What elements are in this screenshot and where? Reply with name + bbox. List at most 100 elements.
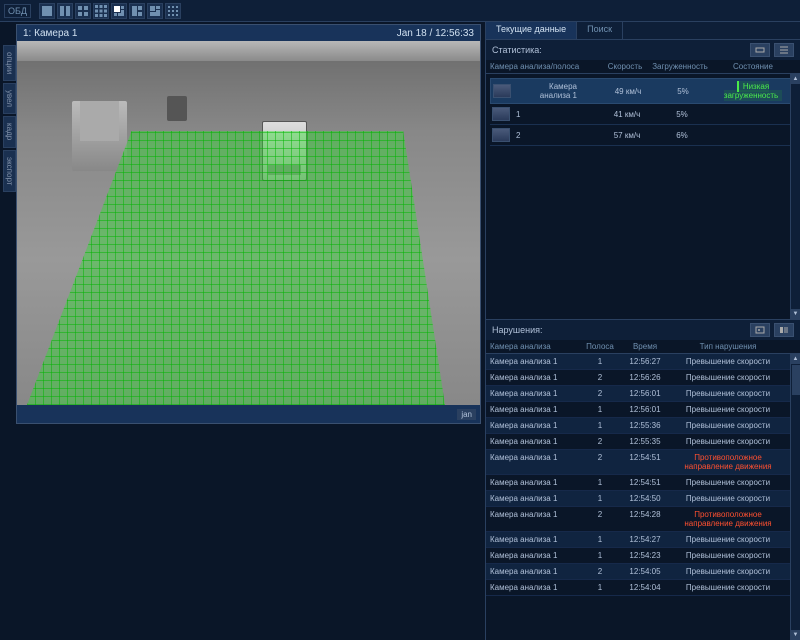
layout-1-icon[interactable] (39, 3, 55, 19)
viol-time: 12:54:05 (620, 567, 670, 576)
violations-scrollbar[interactable]: ▲ ▼ (790, 354, 800, 640)
viol-lane: 1 (580, 551, 620, 560)
scroll-up-icon[interactable]: ▲ (791, 74, 800, 84)
viol-time: 12:54:23 (620, 551, 670, 560)
scroll-thumb[interactable] (792, 365, 800, 395)
viol-lane: 1 (580, 357, 620, 366)
stats-view-list-icon[interactable] (774, 43, 794, 57)
violation-row[interactable]: Камера анализа 1212:54:05Превышение скор… (486, 564, 800, 580)
viol-col-lane: Полоса (580, 342, 620, 351)
layout-2-icon[interactable] (57, 3, 73, 19)
viol-lane: 2 (580, 567, 620, 576)
violation-row[interactable]: Камера анализа 1112:54:23Превышение скор… (486, 548, 800, 564)
viol-type: Превышение скорости (670, 437, 786, 446)
viol-camera: Камера анализа 1 (490, 567, 580, 576)
layout-6-icon[interactable] (129, 3, 145, 19)
viol-lane: 1 (580, 405, 620, 414)
viol-type: Превышение скорости (670, 494, 786, 503)
violation-row[interactable]: Камера анализа 1112:56:01Превышение скор… (486, 402, 800, 418)
statistics-heading: Статистика: (492, 45, 542, 55)
video-panel: опции увел кадр экспорт 1: Камера 1 Jan … (0, 22, 485, 640)
viol-camera: Камера анализа 1 (490, 535, 580, 544)
violation-row[interactable]: Камера анализа 1212:56:01Превышение скор… (486, 386, 800, 402)
layout-5-icon[interactable] (111, 3, 127, 19)
layout-3-icon[interactable] (75, 3, 91, 19)
stats-scrollbar[interactable]: ▲ ▼ (790, 74, 800, 319)
viol-col-camera: Камера анализа (490, 342, 580, 351)
violation-row[interactable]: Камера анализа 1112:54:50Превышение скор… (486, 491, 800, 507)
viol-camera: Камера анализа 1 (490, 405, 580, 414)
scroll-down-icon[interactable]: ▼ (791, 630, 800, 640)
viol-lane: 2 (580, 453, 620, 471)
camera-name: 1: Камера 1 (23, 28, 77, 39)
side-tab-zoom[interactable]: увел (3, 83, 16, 114)
violations-view-card-icon[interactable] (750, 323, 770, 337)
stats-row-load: 6% (652, 131, 712, 140)
layout-8-icon[interactable] (165, 3, 181, 19)
video-title-bar: 1: Камера 1 Jan 18 / 12:56:33 (17, 25, 480, 41)
viol-lane: 1 (580, 421, 620, 430)
scroll-down-icon[interactable]: ▼ (791, 309, 800, 319)
viol-time: 12:56:01 (620, 389, 670, 398)
violations-view-list-icon[interactable] (774, 323, 794, 337)
viol-type: Превышение скорости (670, 421, 786, 430)
statistics-panel: Статистика: Камера анализа/полоса Скорос… (486, 40, 800, 320)
viol-lane: 1 (580, 478, 620, 487)
violation-row[interactable]: Камера анализа 1212:54:28Противоположное… (486, 507, 800, 532)
viol-lane: 2 (580, 373, 620, 382)
viol-lane: 2 (580, 437, 620, 446)
footer-jan-button[interactable]: jan (457, 409, 476, 420)
stats-col-load: Загруженность (650, 62, 710, 71)
side-tab-export[interactable]: экспорт (3, 150, 16, 192)
stats-row-speed: 57 км/ч (602, 131, 652, 140)
viol-type: Превышение скорости (670, 551, 786, 560)
stats-columns-header: Камера анализа/полоса Скорость Загруженн… (486, 60, 800, 74)
side-tab-frame[interactable]: кадр (3, 116, 16, 147)
layout-4-icon[interactable] (93, 3, 109, 19)
viol-lane: 2 (580, 510, 620, 528)
main-toolbar: ОБД (0, 0, 800, 22)
stats-row[interactable]: Камера анализа 149 км/ч5%Низкая загружен… (490, 78, 796, 104)
stats-view-card-icon[interactable] (750, 43, 770, 57)
layout-7-icon[interactable] (147, 3, 163, 19)
stats-row-speed: 41 км/ч (602, 110, 652, 119)
violation-row[interactable]: Камера анализа 1112:54:04Превышение скор… (486, 580, 800, 596)
stats-row-load: 5% (652, 110, 712, 119)
viol-camera: Камера анализа 1 (490, 357, 580, 366)
violation-row[interactable]: Камера анализа 1212:54:51Противоположное… (486, 450, 800, 475)
violation-row[interactable]: Камера анализа 1112:56:27Превышение скор… (486, 354, 800, 370)
stats-col-camera: Камера анализа/полоса (490, 62, 600, 71)
stats-row[interactable]: 1 41 км/ч5% (490, 104, 796, 125)
viol-time: 12:54:51 (620, 478, 670, 487)
viol-type: Противоположное направление движения (670, 453, 786, 471)
violation-row[interactable]: Камера анализа 1212:55:35Превышение скор… (486, 434, 800, 450)
toolbar-label: ОБД (4, 4, 31, 18)
stats-row-name: 1 (516, 110, 520, 119)
stats-row-status: Низкая загруженность (713, 82, 793, 100)
viol-type: Превышение скорости (670, 478, 786, 487)
violation-row[interactable]: Камера анализа 1112:55:36Превышение скор… (486, 418, 800, 434)
stats-row-load: 5% (653, 87, 713, 96)
violation-row[interactable]: Камера анализа 1212:56:26Превышение скор… (486, 370, 800, 386)
tab-current-data[interactable]: Текущие данные (486, 22, 577, 39)
viol-time: 12:56:27 (620, 357, 670, 366)
viol-camera: Камера анализа 1 (490, 373, 580, 382)
violations-heading: Нарушения: (492, 325, 543, 335)
viol-type: Противоположное направление движения (670, 510, 786, 528)
violation-row[interactable]: Камера анализа 1112:54:27Превышение скор… (486, 532, 800, 548)
video-feed[interactable] (17, 41, 480, 405)
stats-col-speed: Скорость (600, 62, 650, 71)
camera-thumbnail-icon (493, 84, 511, 98)
scroll-up-icon[interactable]: ▲ (791, 354, 800, 364)
viol-type: Превышение скорости (670, 357, 786, 366)
side-tab-options[interactable]: опции (3, 45, 16, 81)
stats-row[interactable]: 257 км/ч6% (490, 125, 796, 146)
violation-row[interactable]: Камера анализа 1112:54:51Превышение скор… (486, 475, 800, 491)
viol-camera: Камера анализа 1 (490, 494, 580, 503)
viol-time: 12:54:04 (620, 583, 670, 592)
camera-thumbnail-icon (492, 128, 510, 142)
video-footer: jan (17, 405, 480, 423)
tab-search[interactable]: Поиск (577, 22, 623, 39)
viol-time: 12:54:27 (620, 535, 670, 544)
stats-row-name: Камера анализа 1 (517, 82, 577, 100)
